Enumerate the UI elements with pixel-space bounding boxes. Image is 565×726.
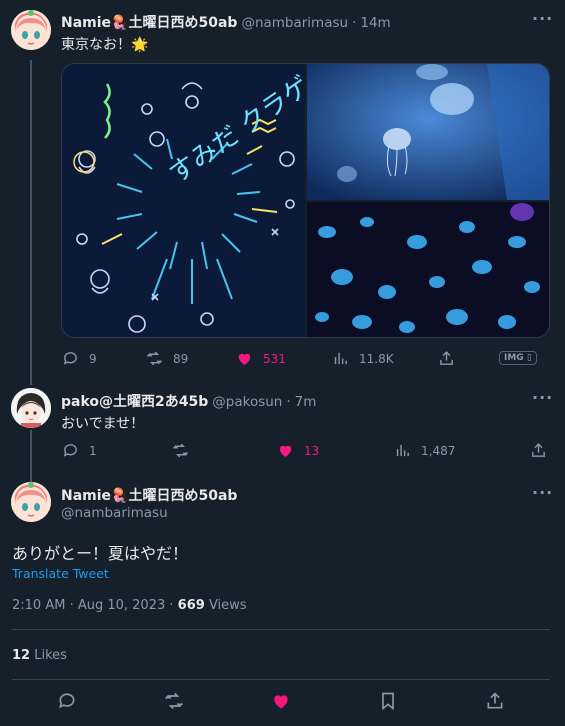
tweet-media[interactable]: すみだ クラゲ ハナビ: [61, 63, 550, 338]
thread-line: [30, 60, 32, 385]
more-options-icon[interactable]: ···: [532, 388, 553, 407]
views-count: 1,487: [421, 443, 456, 458]
avatar[interactable]: [11, 388, 51, 428]
translate-link[interactable]: Translate Tweet: [12, 566, 109, 581]
bookmark-button[interactable]: [378, 691, 398, 711]
like-button[interactable]: [271, 691, 291, 711]
like-count: 13: [304, 443, 320, 458]
media-image-3[interactable]: [307, 202, 549, 337]
avatar[interactable]: [11, 10, 51, 50]
tweet-time[interactable]: 14m: [360, 15, 390, 31]
share-button[interactable]: [485, 691, 505, 711]
retweet-count: 89: [173, 351, 189, 366]
media-image-1[interactable]: すみだ クラゲ ハナビ: [62, 64, 386, 337]
more-options-icon[interactable]: ···: [532, 483, 553, 502]
author-name[interactable]: pako@土曜西2あ45b: [61, 391, 208, 411]
avatar-pako-icon: [11, 388, 51, 428]
share-icon: [487, 692, 503, 709]
avatar-namie-icon: [11, 10, 51, 50]
views-label: Views: [208, 598, 247, 613]
views-count: 11.8K: [359, 351, 394, 366]
reply-button[interactable]: 9: [62, 350, 97, 367]
views-icon: [334, 352, 347, 365]
reply-count: 1: [89, 443, 97, 458]
reply-icon: [63, 352, 77, 365]
share-button[interactable]: [438, 350, 455, 367]
jellyfish-photo-icon: [307, 64, 549, 200]
like-count: 531: [263, 351, 286, 366]
retweet-button[interactable]: 89: [146, 350, 188, 367]
avatar-namie-icon: [11, 482, 51, 522]
retweet-button[interactable]: [172, 442, 189, 459]
tweet-text: おいでませ！: [61, 416, 145, 432]
avatar[interactable]: [11, 482, 51, 522]
views-icon: [396, 444, 409, 457]
main-tweet-text: ありがとー！夏はやだ！: [12, 544, 189, 563]
views-button[interactable]: 1,487: [394, 442, 455, 459]
reply-icon: [59, 693, 75, 709]
reply-count: 9: [89, 351, 97, 366]
reply-button[interactable]: [57, 691, 77, 711]
retweet-button[interactable]: [164, 691, 184, 711]
author-name[interactable]: Namie🪼土曜日西め50ab: [61, 12, 237, 32]
reply-icon: [63, 444, 77, 457]
author-name[interactable]: Namie🪼土曜日西め50ab: [61, 485, 237, 505]
like-button[interactable]: 531: [236, 350, 286, 367]
separator-dot: ·: [286, 394, 291, 410]
divider: [12, 679, 550, 680]
timestamp[interactable]: 2:10 AM · Aug 10, 2023 ·: [12, 598, 174, 613]
divider: [12, 629, 550, 630]
retweet-icon: [146, 351, 163, 366]
retweet-icon: [172, 443, 189, 458]
bookmark-icon: [382, 692, 394, 711]
tweet-header: Namie🪼土曜日西め50ab @nambarimasu · 14m: [61, 12, 391, 32]
views-button[interactable]: 11.8K: [332, 350, 394, 367]
likes-total: 12: [12, 648, 31, 663]
author-handle[interactable]: @nambarimasu: [241, 15, 348, 31]
views-total: 669: [177, 598, 205, 613]
tweet-text: 東京なお！🌟: [61, 37, 149, 53]
tweet-time[interactable]: 7m: [295, 394, 317, 410]
tweet-meta: 2:10 AM · Aug 10, 2023 · 669 Views: [12, 598, 247, 613]
heart-icon: [279, 445, 292, 457]
tweet-header: pako@土曜西2あ45b @pakosun · 7m: [61, 391, 316, 411]
media-image-2[interactable]: [307, 64, 549, 200]
share-icon: [440, 351, 453, 365]
like-button[interactable]: 13: [277, 442, 319, 459]
share-icon: [532, 443, 545, 457]
thread-line: [30, 430, 32, 482]
heart-icon: [274, 695, 288, 709]
separator-dot: ·: [352, 15, 357, 31]
more-options-icon[interactable]: ···: [532, 9, 553, 28]
retweet-icon: [165, 692, 183, 710]
neon-jellyfish-art-icon: すみだ クラゲ ハナビ: [62, 64, 386, 337]
heart-icon: [238, 353, 251, 365]
author-handle[interactable]: @nambarimasu: [61, 505, 168, 521]
img-badge-label: IMG: [504, 353, 524, 363]
share-button[interactable]: [530, 442, 547, 459]
likes-label: Likes: [34, 648, 67, 663]
author-handle[interactable]: @pakosun: [212, 394, 282, 410]
img-badge[interactable]: IMG ▯: [499, 351, 537, 365]
reply-button[interactable]: 1: [62, 442, 97, 459]
jellyfish-swarm-photo-icon: [307, 202, 549, 337]
likes-summary[interactable]: 12 Likes: [12, 648, 67, 663]
